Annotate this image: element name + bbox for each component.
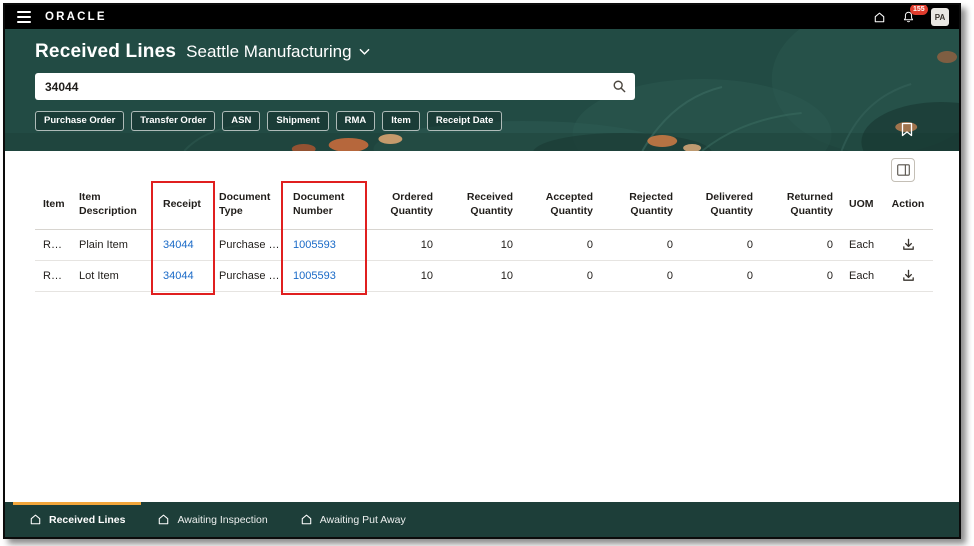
column-header-action: Action bbox=[883, 185, 933, 229]
tab-label: Awaiting Put Away bbox=[320, 514, 406, 526]
download-icon[interactable] bbox=[901, 268, 916, 283]
document-number-link[interactable]: 1005593 bbox=[293, 239, 336, 251]
item-cell: R… bbox=[35, 260, 71, 291]
home-icon bbox=[300, 513, 313, 526]
search-icon[interactable] bbox=[612, 79, 627, 94]
home-icon bbox=[29, 513, 42, 526]
org-selector-label: Seattle Manufacturing bbox=[186, 42, 351, 62]
ordered-quantity-cell: 10 bbox=[363, 260, 441, 291]
document-number-link[interactable]: 1005593 bbox=[293, 270, 336, 282]
tab-label: Received Lines bbox=[49, 514, 125, 526]
home-icon[interactable] bbox=[873, 11, 886, 24]
received-lines-table: Item Item Description Receipt Document T… bbox=[35, 185, 933, 292]
document-number-cell: 1005593 bbox=[285, 229, 363, 260]
column-header-uom: UOM bbox=[841, 185, 883, 229]
manage-columns-button[interactable] bbox=[891, 158, 915, 182]
action-cell bbox=[883, 229, 933, 260]
column-header-item-description: Item Description bbox=[71, 185, 155, 229]
column-header-returned-quantity: Returned Quantity bbox=[761, 185, 841, 229]
tab-awaiting-inspection[interactable]: Awaiting Inspection bbox=[141, 502, 283, 537]
app-window: ORACLE 155 PA bbox=[3, 3, 961, 539]
avatar[interactable]: PA bbox=[931, 8, 949, 26]
search-input[interactable] bbox=[35, 73, 635, 100]
item-cell: R… bbox=[35, 229, 71, 260]
accepted-quantity-cell: 0 bbox=[521, 260, 601, 291]
filter-chip-purchase-order[interactable]: Purchase Order bbox=[35, 111, 124, 131]
column-header-received-quantity: Received Quantity bbox=[441, 185, 521, 229]
global-header: ORACLE 155 PA bbox=[5, 5, 959, 29]
oracle-logo: ORACLE bbox=[45, 11, 107, 23]
receipt-link[interactable]: 34044 bbox=[163, 270, 194, 282]
active-tab-indicator bbox=[13, 502, 141, 505]
table-header-row: Item Item Description Receipt Document T… bbox=[35, 185, 933, 229]
returned-quantity-cell: 0 bbox=[761, 229, 841, 260]
search-bar bbox=[35, 73, 635, 100]
filter-chip-item[interactable]: Item bbox=[382, 111, 420, 131]
uom-cell: Each bbox=[841, 229, 883, 260]
returned-quantity-cell: 0 bbox=[761, 260, 841, 291]
accepted-quantity-cell: 0 bbox=[521, 229, 601, 260]
tab-received-lines[interactable]: Received Lines bbox=[13, 502, 141, 537]
document-type-cell: Purchase … bbox=[211, 229, 285, 260]
received-quantity-cell: 10 bbox=[441, 260, 521, 291]
column-header-document-number: Document Number bbox=[285, 185, 363, 229]
received-quantity-cell: 10 bbox=[441, 229, 521, 260]
manage-columns-icon bbox=[896, 163, 911, 177]
bookmark-icon[interactable] bbox=[901, 122, 913, 137]
item-description-cell: Lot Item bbox=[71, 260, 155, 291]
ordered-quantity-cell: 10 bbox=[363, 229, 441, 260]
notification-count-badge: 155 bbox=[910, 4, 928, 15]
column-header-receipt: Receipt bbox=[155, 185, 211, 229]
delivered-quantity-cell: 0 bbox=[681, 260, 761, 291]
receipt-cell: 34044 bbox=[155, 260, 211, 291]
download-icon[interactable] bbox=[901, 237, 916, 252]
document-type-cell: Purchase … bbox=[211, 260, 285, 291]
column-header-document-type: Document Type bbox=[211, 185, 285, 229]
column-header-delivered-quantity: Delivered Quantity bbox=[681, 185, 761, 229]
menu-icon[interactable] bbox=[15, 9, 33, 25]
bottom-tab-bar: Received Lines Awaiting Inspection Await… bbox=[5, 502, 959, 537]
delivered-quantity-cell: 0 bbox=[681, 229, 761, 260]
column-header-ordered-quantity: Ordered Quantity bbox=[363, 185, 441, 229]
filter-chip-receipt-date[interactable]: Receipt Date bbox=[427, 111, 503, 131]
filter-chip-rma[interactable]: RMA bbox=[336, 111, 376, 131]
tab-label: Awaiting Inspection bbox=[177, 514, 267, 526]
action-cell bbox=[883, 260, 933, 291]
topbar-actions: 155 PA bbox=[873, 8, 949, 26]
page-title: Received Lines bbox=[35, 41, 176, 63]
receipt-cell: 34044 bbox=[155, 229, 211, 260]
filter-chip-shipment[interactable]: Shipment bbox=[267, 111, 328, 131]
filter-chip-row: Purchase Order Transfer Order ASN Shipme… bbox=[35, 111, 929, 131]
column-header-accepted-quantity: Accepted Quantity bbox=[521, 185, 601, 229]
chevron-down-icon bbox=[359, 48, 370, 56]
column-header-rejected-quantity: Rejected Quantity bbox=[601, 185, 681, 229]
column-header-item: Item bbox=[35, 185, 71, 229]
results-area: Item Item Description Receipt Document T… bbox=[5, 151, 959, 502]
uom-cell: Each bbox=[841, 260, 883, 291]
filter-chip-transfer-order[interactable]: Transfer Order bbox=[131, 111, 215, 131]
filter-chip-asn[interactable]: ASN bbox=[222, 111, 260, 131]
home-icon bbox=[157, 513, 170, 526]
bell-icon[interactable]: 155 bbox=[902, 10, 915, 24]
document-number-cell: 1005593 bbox=[285, 260, 363, 291]
table-row: R… Plain Item 34044 Purchase … 1005593 1… bbox=[35, 229, 933, 260]
page-header-content: Received Lines Seattle Manufacturing bbox=[5, 29, 959, 151]
table-row: R… Lot Item 34044 Purchase … 1005593 10 … bbox=[35, 260, 933, 291]
receipt-link[interactable]: 34044 bbox=[163, 239, 194, 251]
org-selector-dropdown[interactable]: Seattle Manufacturing bbox=[186, 42, 369, 62]
tab-awaiting-put-away[interactable]: Awaiting Put Away bbox=[284, 502, 422, 537]
rejected-quantity-cell: 0 bbox=[601, 260, 681, 291]
rejected-quantity-cell: 0 bbox=[601, 229, 681, 260]
page-header: Received Lines Seattle Manufacturing bbox=[5, 29, 959, 151]
item-description-cell: Plain Item bbox=[71, 229, 155, 260]
